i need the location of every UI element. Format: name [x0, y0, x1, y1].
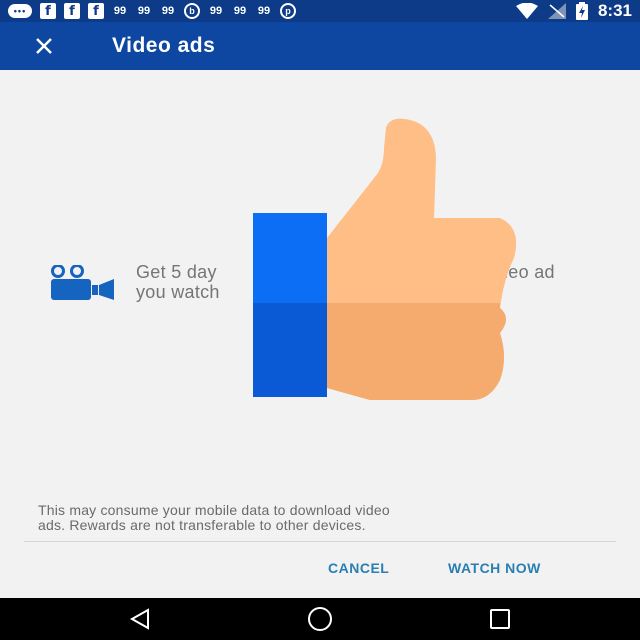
watch-now-button[interactable]: WATCH NOW [448, 560, 541, 576]
facebook-icon: f [88, 3, 104, 19]
close-icon [36, 38, 52, 54]
recents-button[interactable] [480, 604, 520, 634]
app-icon: 99 [209, 5, 223, 17]
facebook-icon: f [64, 3, 80, 19]
system-icons: 8:31 [515, 1, 632, 21]
page-title: Video ads [112, 34, 216, 57]
pinterest-icon: p [280, 3, 296, 19]
battery-icon [575, 2, 588, 20]
app-icon: 99 [257, 5, 271, 17]
offer-line-1-start: Get 5 day [136, 262, 217, 282]
clock-time: 8:31 [597, 1, 632, 20]
app-icon: 99 [137, 5, 151, 17]
home-button[interactable] [300, 604, 340, 634]
close-button[interactable] [24, 26, 64, 66]
app-icon: 99 [161, 5, 175, 17]
status-bar: ••• f f f 99 99 99 b 99 99 99 p 8:31 [0, 0, 640, 22]
disclaimer-line-1: This may consume your mobile data to dow… [38, 502, 390, 518]
disclaimer-line-2: ads. Rewards are not transferable to oth… [38, 517, 366, 533]
app-icon: 99 [113, 5, 127, 17]
facebook-icon: f [40, 3, 56, 19]
app-bar: Video ads [0, 22, 640, 70]
recents-icon [490, 609, 510, 629]
notification-icons: ••• f f f 99 99 99 b 99 99 99 p [8, 3, 296, 19]
back-button[interactable] [120, 604, 160, 634]
back-icon [129, 608, 149, 630]
home-icon [308, 607, 332, 631]
b-icon: b [184, 3, 200, 19]
divider [24, 541, 616, 542]
wifi-icon [515, 3, 538, 19]
chat-icon: ••• [8, 4, 32, 18]
data-usage-disclaimer: This may consume your mobile data to dow… [38, 503, 608, 533]
video-camera-icon [51, 265, 114, 300]
video-ads-content: Get 5 day deo ad you watch This may consu… [0, 70, 640, 598]
thumbs-up-icon [253, 118, 517, 400]
app-icon: 99 [233, 5, 247, 17]
cancel-button[interactable]: CANCEL [328, 560, 389, 576]
signal-icon [547, 3, 566, 19]
navigation-bar [0, 598, 640, 640]
